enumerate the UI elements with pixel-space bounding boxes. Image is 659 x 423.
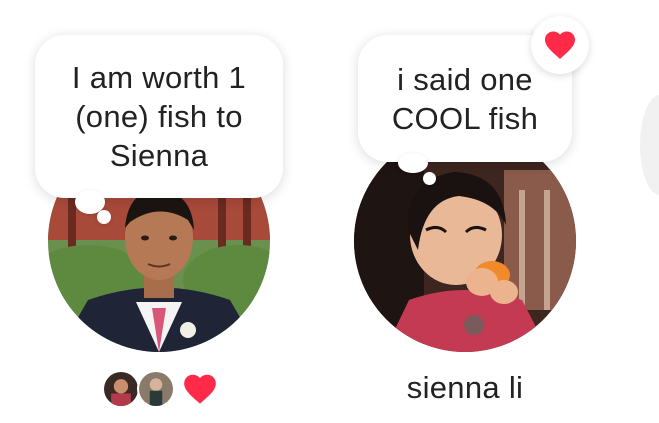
bubble-tail-large <box>398 153 428 173</box>
reactor-photo-1 <box>104 372 138 406</box>
thought-bubble[interactable]: I am worth 1 (one) fish to Sienna <box>35 35 283 198</box>
note-text: I am worth 1 (one) fish to Sienna <box>71 60 247 173</box>
heart-icon[interactable] <box>181 370 219 408</box>
reactor-photo-2 <box>139 372 173 406</box>
note-text: i said one COOL fish <box>391 61 539 136</box>
bubble-tail-small <box>423 172 436 185</box>
avatar-image <box>354 130 576 352</box>
reactor-avatar-2[interactable] <box>137 370 175 408</box>
heart-icon <box>545 31 575 59</box>
display-name: sienna li <box>406 370 524 405</box>
reaction-badge[interactable] <box>531 16 589 74</box>
next-note-partial[interactable] <box>640 95 659 195</box>
bubble-tail-small <box>97 210 111 224</box>
reactor-avatar-1[interactable] <box>102 370 140 408</box>
avatar-photo[interactable] <box>354 130 576 352</box>
